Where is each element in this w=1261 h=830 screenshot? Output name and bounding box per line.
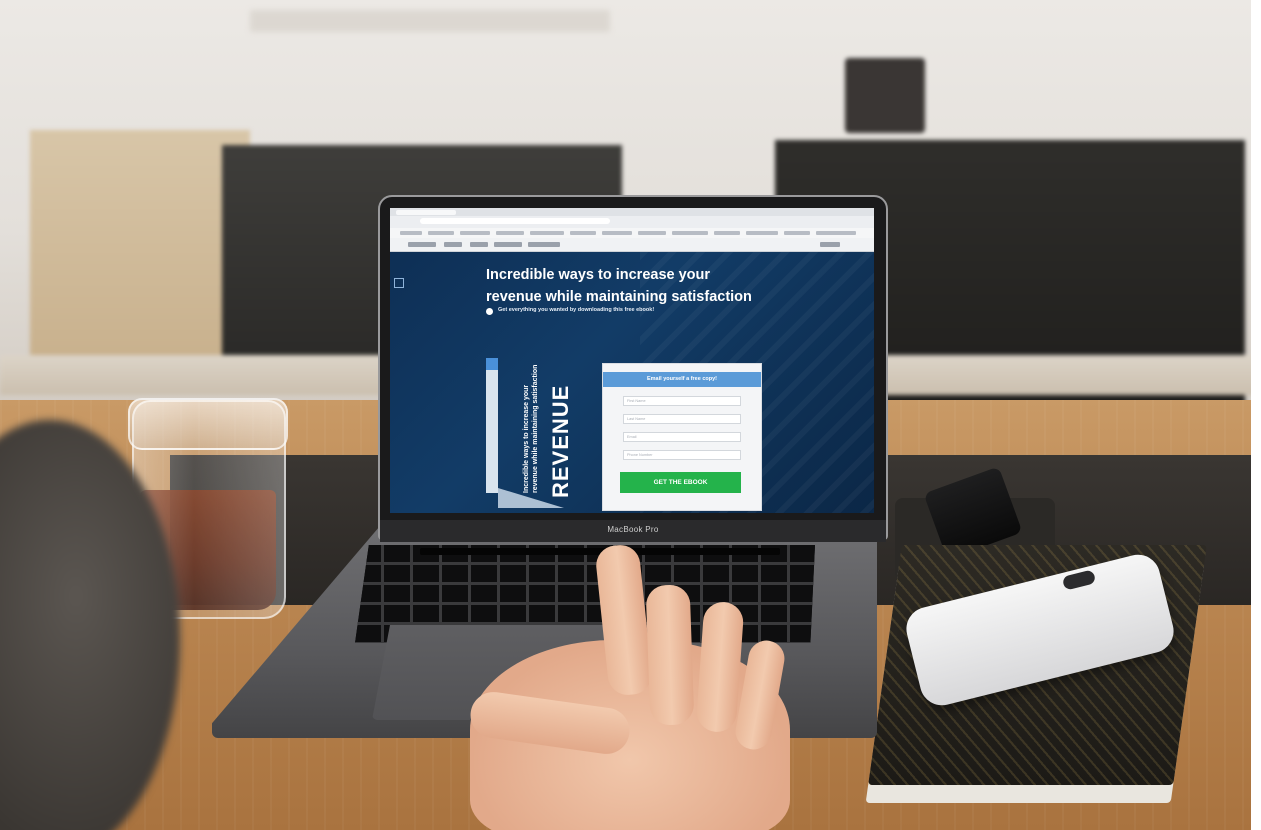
browser-address-bar[interactable] [420, 218, 610, 224]
background-wood-counter [30, 130, 250, 370]
image-border [1251, 0, 1261, 830]
bookmark-item[interactable] [816, 231, 856, 235]
editor-navbar [390, 238, 874, 252]
laptop-model-label: MacBook Pro [607, 525, 659, 534]
browser-bookmarks-bar [390, 228, 874, 238]
browser-tab[interactable] [396, 210, 456, 215]
bookmark-item[interactable] [638, 231, 666, 235]
browser-tab-strip [390, 208, 874, 216]
nav-item[interactable] [820, 242, 840, 247]
jar-rim [128, 398, 288, 450]
check-circle-icon [486, 308, 493, 315]
photo-scene: MacBook Pro Incredible ways to increase … [0, 0, 1261, 830]
nav-item[interactable] [408, 242, 436, 247]
page-subheadline: Get everything you wanted by downloading… [498, 307, 655, 313]
middle-finger [645, 584, 695, 726]
email-field[interactable]: Email [623, 432, 741, 442]
bookmark-item[interactable] [602, 231, 632, 235]
browser-toolbar [390, 208, 874, 228]
nav-item[interactable] [444, 242, 462, 247]
background-coffee-machine [845, 58, 925, 133]
background-shelf [250, 10, 610, 32]
laptop-chin: MacBook Pro [380, 520, 886, 542]
bookmark-item[interactable] [530, 231, 564, 235]
bookmark-item[interactable] [400, 231, 422, 235]
editor-panel-icon[interactable] [394, 278, 404, 288]
ebook-cover-accent [486, 358, 498, 370]
bookmark-item[interactable] [714, 231, 740, 235]
bookmark-item[interactable] [460, 231, 490, 235]
ebook-cover-stripe [486, 358, 498, 493]
phone-field[interactable]: Phone Number [623, 450, 741, 460]
first-name-field[interactable]: First Name [623, 396, 741, 406]
form-header: Email yourself a free copy! [603, 372, 761, 387]
bookmark-item[interactable] [672, 231, 708, 235]
ebook-cover-title: REVENUE [548, 384, 573, 498]
ebook-subtitle-line-2: revenue while maintaining satisfaction [532, 364, 539, 493]
signup-form: Email yourself a free copy! First Name L… [602, 363, 762, 511]
headline-line-2: revenue while maintaining satisfaction [486, 289, 752, 305]
page-headline: Incredible ways to increase your revenue… [486, 264, 786, 308]
ebook-cover-subtitle: Incredible ways to increase your revenue… [522, 353, 540, 493]
bookmark-item[interactable] [428, 231, 454, 235]
ebook-subtitle-line-1: Incredible ways to increase your [523, 384, 530, 493]
headline-line-1: Incredible ways to increase your [486, 267, 711, 283]
bookmark-item[interactable] [570, 231, 596, 235]
last-name-field[interactable]: Last Name [623, 414, 741, 424]
nav-item[interactable] [470, 242, 488, 247]
nav-item[interactable] [528, 242, 560, 247]
laptop-screen: Incredible ways to increase your revenue… [390, 208, 874, 513]
bookmark-item[interactable] [784, 231, 810, 235]
get-ebook-button[interactable]: GET THE EBOOK [620, 472, 741, 493]
bookmark-item[interactable] [496, 231, 524, 235]
nav-item[interactable] [494, 242, 522, 247]
bookmark-item[interactable] [746, 231, 778, 235]
